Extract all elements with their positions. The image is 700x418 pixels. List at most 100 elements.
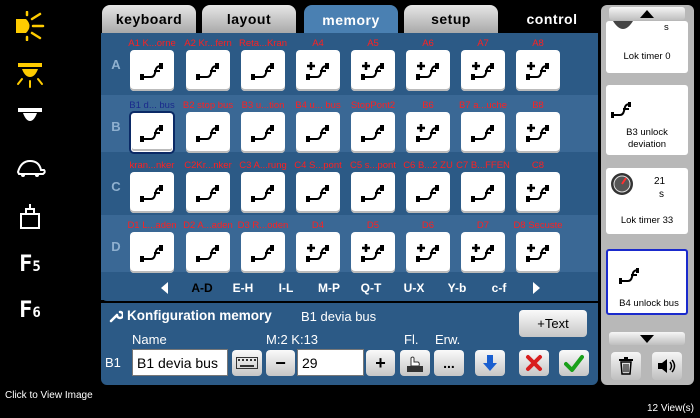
turnout-icon: [306, 243, 329, 262]
turtle-icon[interactable]: [10, 150, 50, 186]
fl-label: Fl.: [404, 332, 419, 347]
memory-cell-d8[interactable]: [516, 232, 560, 273]
timer-value: 21: [654, 176, 666, 187]
memory-cell-b3[interactable]: [241, 112, 285, 153]
page-a-d[interactable]: A-D: [182, 276, 222, 300]
memory-cell-label: B7 a...uche: [458, 100, 508, 111]
ok-button[interactable]: [559, 350, 589, 376]
number-input[interactable]: 29: [297, 349, 364, 376]
decrement-button[interactable]: −: [266, 350, 295, 376]
memory-cell-d2[interactable]: [186, 232, 230, 273]
page-y-b[interactable]: Y-b: [437, 276, 477, 300]
page-m-p[interactable]: M-P: [309, 276, 349, 300]
close-icon: [526, 355, 542, 371]
memory-cell-b5[interactable]: [351, 112, 395, 153]
memory-cell-label: StopPont2: [350, 100, 396, 111]
cancel-button[interactable]: [519, 350, 549, 376]
increment-button[interactable]: +: [366, 350, 395, 376]
memory-cell-d5[interactable]: [351, 232, 395, 273]
memory-cell-c4[interactable]: [296, 172, 340, 213]
add-text-button[interactable]: +Text: [519, 310, 587, 337]
memory-cell-c7[interactable]: [461, 172, 505, 213]
tab-control[interactable]: control: [505, 5, 599, 33]
right-card-b4-unlock[interactable]: B4 unlock bus: [606, 249, 688, 315]
memory-cell-b2[interactable]: [186, 112, 230, 153]
memory-cell-a4[interactable]: [296, 50, 340, 91]
memory-cell-d4[interactable]: [296, 232, 340, 273]
lamp-icon[interactable]: [10, 96, 50, 132]
page-c-f[interactable]: c-f: [479, 276, 519, 300]
memory-cell-c2[interactable]: [186, 172, 230, 213]
memory-cell-d7[interactable]: [461, 232, 505, 273]
memory-cell-d6[interactable]: [406, 232, 450, 273]
memory-cell-b6[interactable]: [406, 112, 450, 153]
erw-button[interactable]: ...: [434, 350, 464, 376]
ceiling-light-icon[interactable]: [10, 56, 50, 92]
memory-cell-b4[interactable]: [296, 112, 340, 153]
page-q-t[interactable]: Q-T: [351, 276, 391, 300]
fl-button[interactable]: [400, 350, 430, 376]
tab-layout[interactable]: layout: [202, 5, 296, 33]
memory-cell-c6[interactable]: [406, 172, 450, 213]
right-card-b3-unlock[interactable]: B3 unlock deviation: [606, 85, 688, 155]
memory-cell-a1[interactable]: [130, 50, 174, 91]
right-card-lok-timer-33[interactable]: 21 s Lok timer 33: [606, 168, 688, 234]
down-button[interactable]: [475, 350, 505, 376]
turnout-icon: [361, 184, 384, 202]
memory-cell-label: B1 d... bus: [129, 100, 175, 111]
function-f5-button[interactable]: F5: [10, 246, 50, 282]
turnout-icon: [471, 243, 494, 262]
memory-cell-a5[interactable]: [351, 50, 395, 91]
memory-cell-b7[interactable]: [461, 112, 505, 153]
memory-cell-c5[interactable]: [351, 172, 395, 213]
memory-cell-c8[interactable]: [516, 172, 560, 213]
memory-cell-c1[interactable]: [130, 172, 174, 213]
memory-cell-a6[interactable]: [406, 50, 450, 91]
timer-icon: [613, 21, 633, 29]
triangle-up-icon: [640, 9, 654, 18]
turnout-icon: [251, 62, 274, 80]
page-prev-icon[interactable]: [161, 282, 168, 294]
name-input[interactable]: B1 devia bus: [132, 349, 228, 376]
card-label: Lok timer 0: [623, 51, 671, 62]
scroll-down-button[interactable]: [609, 332, 685, 345]
page-e-h[interactable]: E-H: [223, 276, 263, 300]
weight-icon[interactable]: [10, 198, 50, 234]
checkmark-icon: [564, 355, 584, 372]
memory-cell-a7[interactable]: [461, 50, 505, 91]
memory-cell-label: D5: [366, 220, 380, 231]
memory-cell-b8[interactable]: [516, 112, 560, 153]
page-u-x[interactable]: U-X: [394, 276, 434, 300]
turnout-icon: [619, 268, 639, 284]
keyboard-button[interactable]: [232, 350, 262, 376]
tab-keyboard[interactable]: keyboard: [102, 5, 196, 33]
memory-cell-label: D2 A...aden: [183, 220, 233, 231]
turnout-icon: [140, 184, 163, 202]
memory-cell-label: B2 stop bus: [182, 100, 234, 111]
sound-button[interactable]: [652, 352, 682, 380]
function-f6-button[interactable]: F6: [10, 292, 50, 328]
memory-cell-c3[interactable]: [241, 172, 285, 213]
row-letter: B: [111, 119, 121, 134]
memory-cell-label: B6: [422, 100, 434, 111]
arrow-down-icon: [483, 355, 497, 371]
tab-setup[interactable]: setup: [404, 5, 498, 33]
delete-button[interactable]: [611, 352, 641, 380]
memory-cell-a8[interactable]: [516, 50, 560, 91]
headlight-icon[interactable]: [10, 8, 50, 44]
config-title: Konfiguration memory: [127, 308, 272, 323]
memory-cell-a3[interactable]: [241, 50, 285, 91]
turnout-icon: [526, 243, 549, 262]
page-i-l[interactable]: I-L: [266, 276, 306, 300]
tab-memory[interactable]: memory: [304, 5, 398, 35]
status-click-to-view[interactable]: Click to View Image: [5, 390, 93, 401]
keyboard-icon: [236, 357, 258, 369]
page-navigation: A-DE-HI-LM-PQ-TU-XY-bc-f ?: [101, 276, 688, 300]
scroll-up-button[interactable]: [609, 7, 685, 20]
memory-cell-a2[interactable]: [186, 50, 230, 91]
memory-cell-b1[interactable]: [129, 111, 175, 154]
page-next-icon[interactable]: [533, 282, 540, 294]
right-card-lok-timer-0[interactable]: s Lok timer 0: [606, 21, 688, 73]
memory-cell-d1[interactable]: [130, 232, 174, 273]
memory-cell-d3[interactable]: [241, 232, 285, 273]
